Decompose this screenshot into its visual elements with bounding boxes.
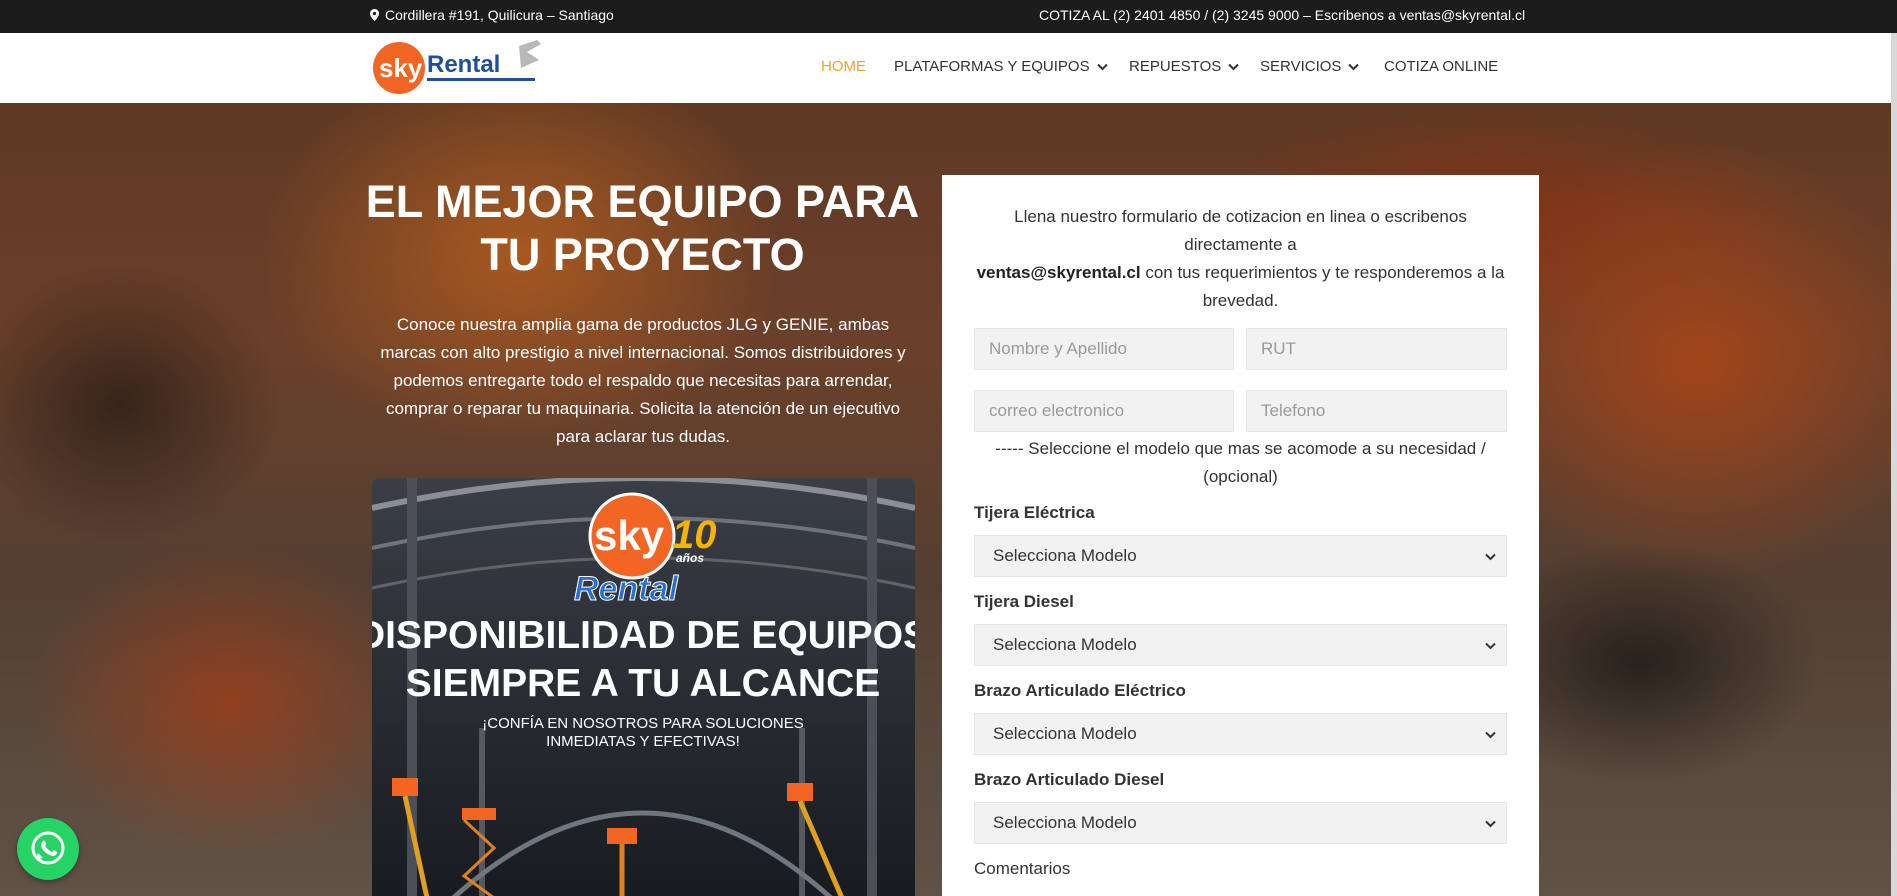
quote-form: Llena nuestro formulario de cotizacion e… bbox=[942, 175, 1539, 896]
promo-artwork: sky 10 años Rental DISPONIBILIDAD DE EQU… bbox=[372, 478, 915, 896]
email-field[interactable]: correo electronico bbox=[974, 390, 1234, 432]
hero-text: Conoce nuestra amplia gama de productos … bbox=[380, 315, 906, 446]
promo-subline-1: ¡CONFÍA EN NOSOTROS PARA SOLUCIONES bbox=[482, 715, 803, 732]
top-info-bar: Cordillera #191, Quilicura – Santiago CO… bbox=[0, 0, 1897, 33]
name-placeholder: Nombre y Apellido bbox=[989, 339, 1127, 358]
address: Cordillera #191, Quilicura – Santiago bbox=[370, 7, 614, 23]
map-pin-icon bbox=[370, 9, 379, 21]
promo-logo-sky: sky bbox=[594, 512, 665, 559]
chevron-down-icon bbox=[1485, 820, 1496, 828]
form-intro-text: Llena nuestro formulario de cotizacion e… bbox=[1014, 207, 1467, 254]
rut-field[interactable]: RUT bbox=[1246, 328, 1507, 370]
sky-rental-logo[interactable]: sky Rental bbox=[371, 38, 546, 96]
label-brazo-electrico: Brazo Articulado Eléctrico bbox=[974, 681, 1186, 700]
select-tijera-electrica-value: Selecciona Modelo bbox=[993, 546, 1137, 565]
label-comentarios: Comentarios bbox=[974, 859, 1071, 878]
promo-banner[interactable]: sky 10 años Rental DISPONIBILIDAD DE EQU… bbox=[372, 478, 915, 896]
chevron-down-icon bbox=[1485, 642, 1496, 650]
name-field[interactable]: Nombre y Apellido bbox=[974, 328, 1234, 370]
chevron-down-icon bbox=[1228, 63, 1239, 70]
select-brazo-electrico-value: Selecciona Modelo bbox=[993, 724, 1137, 743]
promo-logo-rental: Rental bbox=[574, 570, 679, 608]
hero-section: EL MEJOR EQUIPO PARA TU PROYECTO Conoce … bbox=[0, 103, 1897, 896]
nav-plataformas-label: PLATAFORMAS Y EQUIPOS bbox=[894, 58, 1090, 75]
chevron-down-icon bbox=[1348, 63, 1360, 70]
select-tijera-electrica[interactable]: Selecciona Modelo bbox=[974, 535, 1507, 577]
whatsapp-icon bbox=[31, 831, 65, 865]
label-tijera-diesel: Tijera Diesel bbox=[974, 592, 1074, 611]
hero-title: EL MEJOR EQUIPO PARA TU PROYECTO bbox=[365, 176, 920, 280]
phone-field[interactable]: Telefono bbox=[1246, 390, 1507, 432]
email-placeholder: correo electronico bbox=[989, 401, 1125, 420]
label-tijera-electrica: Tijera Eléctrica bbox=[974, 503, 1095, 522]
nav-home[interactable]: HOME bbox=[821, 58, 866, 75]
form-intro: Llena nuestro formulario de cotizacion e… bbox=[972, 203, 1509, 315]
nav-cotiza-online[interactable]: COTIZA ONLINE bbox=[1384, 58, 1498, 75]
whatsapp-button[interactable] bbox=[17, 818, 79, 880]
select-tijera-diesel[interactable]: Selecciona Modelo bbox=[974, 624, 1507, 666]
model-select-note: ----- Seleccione el modelo que mas se ac… bbox=[995, 439, 1486, 486]
contact-info[interactable]: COTIZA AL (2) 2401 4850 / (2) 3245 9000 … bbox=[1039, 7, 1525, 23]
select-tijera-diesel-value: Selecciona Modelo bbox=[993, 635, 1137, 654]
select-brazo-diesel[interactable]: Selecciona Modelo bbox=[974, 802, 1507, 844]
nav-cotiza-label: COTIZA ONLINE bbox=[1384, 58, 1499, 75]
nav-repuestos[interactable]: REPUESTOS bbox=[1129, 58, 1239, 75]
promo-subline-2: INMEDIATAS Y EFECTIVAS! bbox=[546, 733, 740, 750]
promo-headline-2: SIEMPRE A TU ALCANCE bbox=[406, 662, 881, 705]
nav-plataformas-y-equipos[interactable]: PLATAFORMAS Y EQUIPOS bbox=[894, 58, 1108, 75]
label-brazo-diesel: Brazo Articulado Diesel bbox=[974, 770, 1165, 789]
select-brazo-electrico[interactable]: Selecciona Modelo bbox=[974, 713, 1507, 755]
chevron-down-icon bbox=[1096, 63, 1108, 70]
form-intro-text-2: con tus requerimientos y te responderemo… bbox=[1140, 263, 1505, 310]
svg-text:sky: sky bbox=[379, 53, 423, 83]
logo-text: Rental bbox=[427, 51, 500, 78]
nav-servicios-label: SERVICIOS bbox=[1260, 58, 1342, 75]
chevron-down-icon bbox=[1485, 731, 1496, 739]
page-scrollbar[interactable] bbox=[1891, 33, 1897, 896]
nav-servicios[interactable]: SERVICIOS bbox=[1260, 58, 1360, 75]
promo-anniversary-sub: años bbox=[676, 551, 704, 565]
nav-home-label: HOME bbox=[821, 58, 866, 75]
form-intro-email[interactable]: ventas@skyrental.cl bbox=[977, 263, 1141, 282]
rut-placeholder: RUT bbox=[1261, 339, 1296, 358]
promo-headline-1: DISPONIBILIDAD DE EQUIPOS bbox=[372, 614, 915, 657]
phone-placeholder: Telefono bbox=[1261, 401, 1326, 420]
chevron-down-icon bbox=[1485, 553, 1496, 561]
nav-repuestos-label: REPUESTOS bbox=[1129, 58, 1222, 75]
select-brazo-diesel-value: Selecciona Modelo bbox=[993, 813, 1137, 832]
address-text: Cordillera #191, Quilicura – Santiago bbox=[385, 7, 614, 23]
